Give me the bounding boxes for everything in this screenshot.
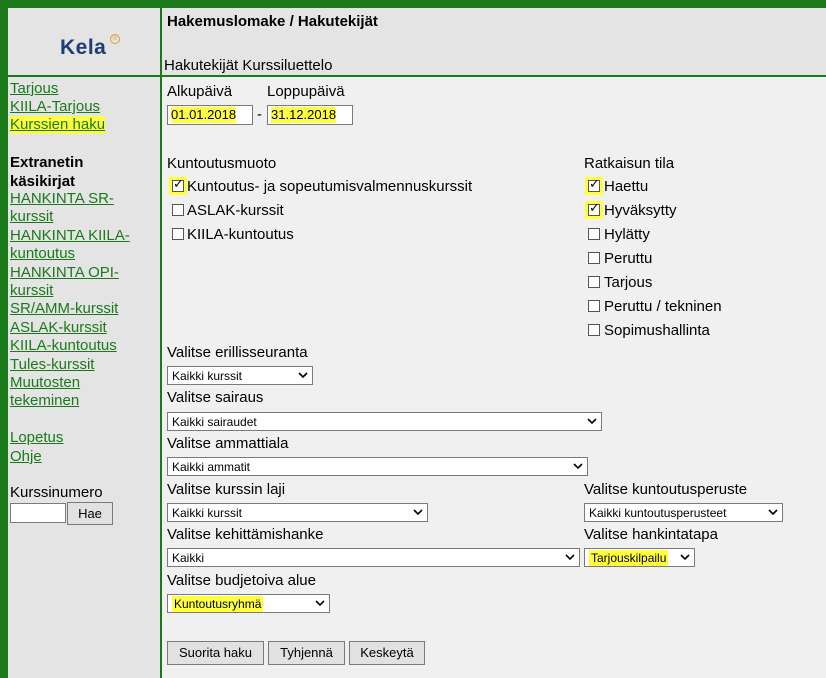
rehab-form-heading: Kuntoutusmuoto <box>167 155 277 172</box>
rehab-basis-select[interactable]: Kaikki kuntoutusperusteet <box>584 503 783 522</box>
rehab-checkbox-1[interactable] <box>172 177 184 192</box>
disease-select[interactable]: Kaikki sairaudet <box>167 412 602 431</box>
logo-area: Kela ® <box>8 8 160 75</box>
end-date-value: 31.12.2018 <box>271 107 337 123</box>
budget-value: Kuntoutusryhmä <box>172 596 264 612</box>
procurement-label: Valitse hankintatapa <box>584 526 718 543</box>
chevron-down-icon <box>573 463 583 470</box>
hae-button[interactable]: Hae <box>67 502 113 525</box>
decision-checkbox-1[interactable] <box>588 177 600 192</box>
link-hankinta-opi-1[interactable]: HANKINTA OPI- <box>10 264 119 282</box>
disease-value: Kaikki sairaudet <box>172 415 257 429</box>
decision-checkbox-7[interactable] <box>588 324 600 336</box>
decision-option-2: Hyväksytty <box>604 202 677 219</box>
decision-checkbox-4[interactable] <box>588 252 600 264</box>
link-muutosten-1[interactable]: Muutosten <box>10 374 80 392</box>
course-type-select[interactable]: Kaikki kurssit <box>167 503 428 522</box>
project-value: Kaikki <box>172 551 205 565</box>
rehab-option-3: KIILA-kuntoutus <box>187 226 294 243</box>
cancel-button[interactable]: Keskeytä <box>349 641 425 665</box>
budget-select[interactable]: Kuntoutusryhmä <box>167 594 330 613</box>
left-border <box>0 0 8 678</box>
rehab-option-1: Kuntoutus- ja sopeutumisvalmennuskurssit <box>187 178 473 195</box>
link-hankinta-opi-2[interactable]: kurssit <box>10 282 53 300</box>
project-select[interactable]: Kaikki <box>167 548 580 567</box>
course-type-value: Kaikki kurssit <box>172 506 243 520</box>
vertical-divider <box>160 8 162 678</box>
kela-logo: Kela <box>60 36 107 59</box>
profession-select[interactable]: Kaikki ammatit <box>167 457 588 476</box>
link-kiila-kuntoutus[interactable]: KIILA-kuntoutus <box>10 337 117 355</box>
decision-option-7: Sopimushallinta <box>604 322 710 339</box>
chevron-down-icon <box>315 600 325 607</box>
decision-checkbox-3[interactable] <box>588 228 600 240</box>
link-sr-amm-kurssit[interactable]: SR/AMM-kurssit <box>10 300 118 318</box>
date-separator: - <box>257 106 262 123</box>
end-date-input[interactable]: 31.12.2018 <box>267 105 353 125</box>
followup-select[interactable]: Kaikki kurssit <box>167 366 313 385</box>
decision-status-heading: Ratkaisun tila <box>584 155 675 172</box>
link-hankinta-sr-1[interactable]: HANKINTA SR- <box>10 190 114 208</box>
page-subtitle: Hakutekijät Kurssiluettelo <box>164 57 333 74</box>
rehab-checkbox-3[interactable] <box>172 228 184 240</box>
page-title: Hakemuslomake / Hakutekijät <box>167 13 378 30</box>
end-date-label: Loppupäivä <box>267 83 345 100</box>
decision-option-1: Haettu <box>604 178 649 195</box>
decision-checkbox-5[interactable] <box>588 276 600 288</box>
horizontal-divider <box>8 75 826 77</box>
link-hankinta-sr-2[interactable]: kurssit <box>10 208 53 226</box>
chevron-down-icon <box>298 372 308 379</box>
decision-option-5: Tarjous <box>604 274 653 291</box>
profession-value: Kaikki ammatit <box>172 460 251 474</box>
extranet-heading-2: käsikirjat <box>10 173 76 190</box>
search-submit-button[interactable]: Suorita haku <box>167 641 264 665</box>
clear-button[interactable]: Tyhjennä <box>268 641 345 665</box>
procurement-value: Tarjouskilpailu <box>589 550 669 566</box>
link-lopetus[interactable]: Lopetus <box>10 429 63 447</box>
logo-mark-icon: ® <box>110 34 120 44</box>
disease-label: Valitse sairaus <box>167 389 264 406</box>
link-kiila-tarjous[interactable]: KIILA-Tarjous <box>10 98 100 116</box>
link-tarjous[interactable]: Tarjous <box>10 80 58 98</box>
decision-checkbox-6[interactable] <box>588 300 600 312</box>
start-date-label: Alkupäivä <box>167 83 233 100</box>
budget-label: Valitse budjetoiva alue <box>167 572 316 589</box>
chevron-down-icon <box>565 554 575 561</box>
link-aslak-kurssit[interactable]: ASLAK-kurssit <box>10 319 107 337</box>
start-date-value: 01.01.2018 <box>171 107 237 123</box>
procurement-select[interactable]: Tarjouskilpailu <box>584 548 695 567</box>
decision-option-3: Hylätty <box>604 226 650 243</box>
rehab-checkbox-2[interactable] <box>172 204 184 216</box>
profession-label: Valitse ammattiala <box>167 435 289 452</box>
course-number-label: Kurssinumero <box>10 484 103 501</box>
rehab-option-2: ASLAK-kurssit <box>187 202 284 219</box>
decision-option-4: Peruttu <box>604 250 653 267</box>
link-kurssien-haku[interactable]: Kurssien haku <box>10 116 106 134</box>
rehab-basis-label: Valitse kuntoutusperuste <box>584 481 748 498</box>
course-type-label: Valitse kurssin laji <box>167 481 286 498</box>
link-muutosten-2[interactable]: tekeminen <box>10 392 79 410</box>
project-label: Valitse kehittämishanke <box>167 526 324 543</box>
top-border <box>0 0 826 8</box>
followup-value: Kaikki kurssit <box>172 369 243 383</box>
link-ohje[interactable]: Ohje <box>10 448 42 466</box>
course-number-input[interactable] <box>10 503 66 523</box>
link-hankinta-kiila-1[interactable]: HANKINTA KIILA- <box>10 227 130 245</box>
link-tules-kurssit[interactable]: Tules-kurssit <box>10 356 94 374</box>
extranet-heading-1: Extranetin <box>10 154 84 171</box>
decision-checkbox-2[interactable] <box>588 201 600 216</box>
rehab-basis-value: Kaikki kuntoutusperusteet <box>589 506 727 520</box>
link-hankinta-kiila-2[interactable]: kuntoutus <box>10 245 75 263</box>
chevron-down-icon <box>680 554 690 561</box>
start-date-input[interactable]: 01.01.2018 <box>167 105 253 125</box>
followup-label: Valitse erillisseuranta <box>167 344 308 361</box>
chevron-down-icon <box>587 418 597 425</box>
chevron-down-icon <box>413 509 423 516</box>
chevron-down-icon <box>768 509 778 516</box>
decision-option-6: Peruttu / tekninen <box>604 298 722 315</box>
